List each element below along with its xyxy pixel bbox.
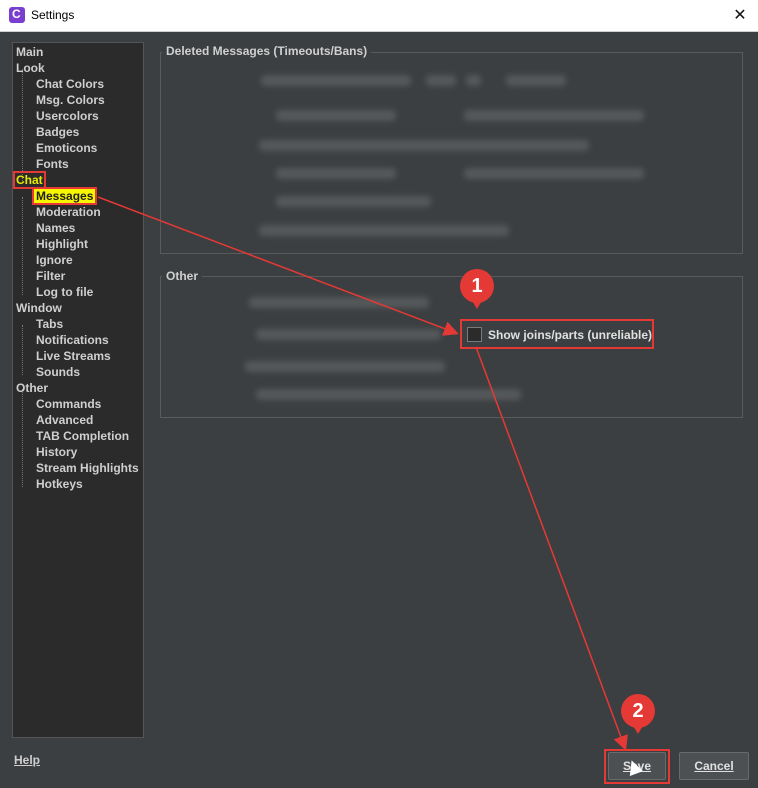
window-title: Settings xyxy=(31,8,75,22)
annotation-arrows xyxy=(97,196,628,751)
arrow-to-save xyxy=(475,346,628,751)
title-bar: C Settings ✕ xyxy=(0,0,758,32)
close-icon[interactable]: ✕ xyxy=(730,5,750,25)
settings-dialog: Main Look Chat Colors Msg. Colors Userco… xyxy=(0,32,758,788)
chatty-icon: C xyxy=(9,7,25,23)
arrow-to-checkbox xyxy=(97,196,459,336)
step-marker-1: 1 xyxy=(460,269,494,309)
step-marker-2: 2 xyxy=(621,694,655,734)
